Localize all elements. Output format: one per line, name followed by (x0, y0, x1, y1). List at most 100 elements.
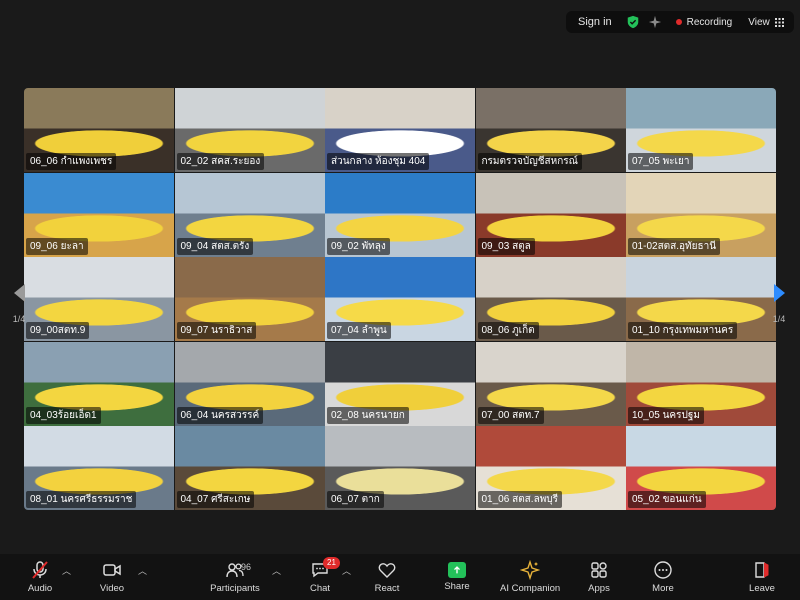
video-tile[interactable]: 07_04 ลำพูน (325, 257, 475, 341)
video-tile[interactable]: 01-02สตส.อุทัยธานี (626, 172, 776, 257)
more-label: More (652, 583, 674, 594)
participant-name-label: 01-02สตส.อุทัยธานี (628, 237, 721, 255)
participant-name-label: 06_04 นครสวรรค์ (176, 406, 264, 424)
participant-name-label: กรมตรวจบัญชีสหกรณ์ (477, 153, 582, 170)
page-indicator-right: 1/4 (772, 314, 786, 324)
shield-icon[interactable] (626, 15, 640, 29)
participant-name-label: 09_07 นราธิวาส (176, 322, 257, 339)
participant-name-label: 09_00สตท.9 (26, 322, 90, 339)
video-tile[interactable]: 09_07 นราธิวาส (174, 257, 325, 341)
video-gallery: 06_06 กำแพงเพชร 02_02 สคส.ระยอง ส่วนกลาง ห… (24, 88, 776, 510)
chevron-right-icon (773, 284, 785, 302)
sparkle-icon (520, 560, 540, 580)
page-indicator-left: 1/4 (12, 314, 26, 324)
video-tile[interactable]: 02_08 นครนายก (325, 341, 475, 426)
meeting-status-bar: Sign in Recording View (566, 11, 794, 33)
video-tile[interactable]: 09_02 พัทลุง (325, 172, 475, 257)
audio-options-caret[interactable]: ︿ (62, 564, 71, 577)
apps-button[interactable]: Apps (569, 560, 629, 596)
ai-companion-label: AI Companion (500, 583, 561, 594)
video-tile[interactable]: 04_03ร้อยเอ็ด1 (24, 341, 174, 426)
video-tile[interactable]: 09_03 สตูล (475, 172, 626, 257)
participant-name-label: 09_03 สตูล (477, 237, 535, 255)
heart-icon (378, 563, 396, 578)
participant-name-label: 05_02 ขอนแก่น (628, 491, 706, 508)
video-tile[interactable]: 05_02 ขอนแก่น (626, 426, 776, 510)
participant-name-label: 10_05 นครปฐม (628, 406, 704, 424)
recording-dot-icon (675, 19, 682, 25)
video-tile[interactable]: 02_02 สคส.ระยอง (174, 88, 325, 172)
react-button[interactable]: React (357, 560, 417, 596)
video-camera-icon (103, 564, 121, 576)
muted-microphone-icon (32, 561, 48, 579)
video-tile[interactable]: 08_01 นครศรีธรรมราช (24, 426, 174, 510)
view-label: View (748, 16, 770, 28)
meeting-toolbar: Audio ︿ Video ︿ 96 Participants ︿ 21 Cha… (0, 554, 800, 600)
apps-label: Apps (588, 583, 610, 594)
recording-label: Recording (686, 16, 733, 28)
participant-name-label: 04_07 ศรีสะเกษ (176, 491, 255, 508)
video-tile-active-speaker[interactable]: กรมตรวจบัญชีสหกรณ์ (475, 88, 626, 172)
audio-label: Audio (27, 583, 53, 594)
audio-button[interactable]: Audio (10, 560, 70, 596)
chat-button[interactable]: 21 Chat (290, 557, 350, 596)
share-screen-icon (448, 562, 466, 578)
video-label: Video (99, 583, 125, 594)
react-label: React (374, 583, 400, 594)
sign-in-link[interactable]: Sign in (578, 16, 612, 28)
video-tile[interactable]: 06_07 ตาก (325, 426, 475, 510)
participant-name-label: 07_04 ลำพูน (327, 322, 391, 339)
participant-name-label: 09_04 สตส.ตรัง (176, 237, 254, 255)
video-tile[interactable]: 04_07 ศรีสะเกษ (174, 426, 325, 510)
previous-page-button[interactable]: 1/4 (8, 264, 30, 328)
view-button[interactable]: View (748, 17, 784, 28)
next-page-button[interactable]: 1/4 (768, 264, 790, 328)
share-button[interactable]: Share (427, 560, 487, 596)
participant-name-label: 06_06 กำแพงเพชร (26, 153, 117, 170)
participant-name-label: 01_06 สตส.ลพบุรี (477, 491, 563, 508)
participants-label: Participants (210, 583, 260, 594)
participant-name-label: 08_01 นครศรีธรรมราช (26, 491, 137, 508)
video-tile[interactable]: 10_05 นครปฐม (626, 341, 776, 426)
video-tile[interactable]: 09_06 ยะลา (24, 172, 174, 257)
chat-unread-badge: 21 (323, 557, 340, 569)
apps-icon (591, 562, 607, 578)
more-button[interactable]: More (633, 560, 693, 596)
video-tile[interactable]: 01_10 กรุงเทพมหานคร (626, 257, 776, 341)
participants-button[interactable]: 96 Participants (205, 560, 265, 596)
participant-name-label: 08_06 ภูเก็ต (477, 322, 539, 339)
participants-options-caret[interactable]: ︿ (272, 564, 281, 577)
video-tile[interactable]: 08_06 ภูเก็ต (475, 257, 626, 341)
recording-indicator[interactable]: Recording (675, 16, 733, 28)
video-tile[interactable]: 09_00สตท.9 (24, 257, 174, 341)
participants-count: 96 (241, 562, 252, 572)
participant-name-label: ส่วนกลาง ห้องชุม 404 (327, 153, 430, 170)
participant-name-label: 01_10 กรุงเทพมหานคร (628, 322, 738, 339)
leave-door-icon (755, 562, 769, 578)
participant-name-label: 09_02 พัทลุง (327, 237, 390, 255)
video-tile[interactable]: ส่วนกลาง ห้องชุม 404 (325, 88, 475, 172)
participant-name-label: 04_03ร้อยเอ็ด1 (26, 406, 101, 424)
chat-options-caret[interactable]: ︿ (342, 564, 351, 577)
video-options-caret[interactable]: ︿ (138, 564, 147, 577)
video-button[interactable]: Video (82, 560, 142, 596)
ai-sparkle-icon[interactable] (648, 15, 662, 29)
video-tile[interactable]: 01_06 สตส.ลพบุรี (475, 426, 626, 510)
video-tile[interactable]: 07_05 พะเยา (626, 88, 776, 172)
video-tile[interactable]: 06_04 นครสวรรค์ (174, 341, 325, 426)
leave-label: Leave (749, 583, 775, 594)
participant-name-label: 07_05 พะเยา (628, 153, 694, 170)
video-tile[interactable]: 09_04 สตส.ตรัง (174, 172, 325, 257)
video-tile[interactable]: 07_00 สตท.7 (475, 341, 626, 426)
video-tile[interactable]: 06_06 กำแพงเพชร (24, 88, 174, 172)
leave-button[interactable]: Leave (732, 560, 792, 596)
participant-name-label: 06_07 ตาก (327, 491, 384, 508)
chat-label: Chat (309, 583, 331, 594)
participant-name-label: 07_00 สตท.7 (477, 406, 544, 424)
ai-companion-button[interactable]: AI Companion (500, 560, 560, 596)
participant-name-label: 09_06 ยะลา (26, 237, 88, 255)
more-dots-icon (654, 561, 672, 579)
grid-view-icon (774, 17, 784, 27)
chevron-left-icon (13, 284, 25, 302)
share-label: Share (444, 581, 470, 592)
